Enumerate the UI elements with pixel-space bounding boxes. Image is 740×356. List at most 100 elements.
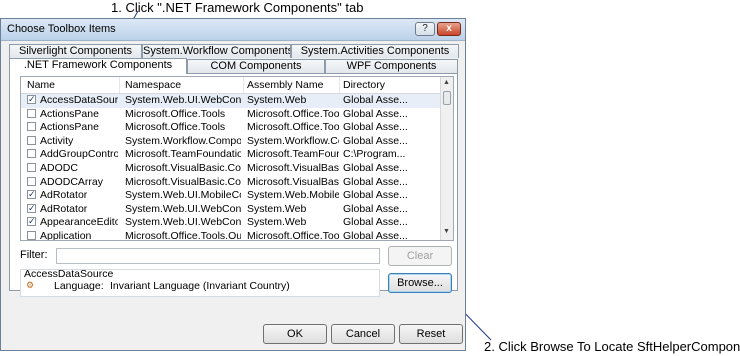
help-button[interactable]: ? — [415, 22, 435, 36]
cell-name: ADODCArray — [40, 175, 104, 188]
cell-namespace: Microsoft.VisualBasic.Compa... — [125, 162, 241, 174]
row-checkbox[interactable] — [27, 108, 36, 118]
cell-namespace: System.Web.UI.MobileContr... — [125, 189, 241, 202]
cell-directory: Global Asse... — [343, 107, 408, 120]
cell-namespace: Microsoft.VisualBasic.Compa... — [125, 175, 241, 188]
cell-name: Application — [40, 230, 92, 241]
cell-namespace: Microsoft.TeamFoundation.... — [125, 148, 241, 161]
table-row[interactable]: ADODCArray Microsoft.VisualBasic.Compa...… — [21, 176, 441, 190]
cell-name: ActionsPane — [40, 107, 99, 120]
cell-directory: Global Asse... — [343, 121, 408, 134]
cell-assembly-name: Microsoft.VisualBasic.... — [247, 175, 339, 188]
cell-directory: Global Asse... — [343, 175, 408, 188]
cell-namespace: System.Web.UI.WebControls — [125, 202, 241, 215]
row-checkbox[interactable] — [27, 176, 36, 186]
cell-directory: Global Asse... — [343, 94, 408, 106]
cancel-button[interactable]: Cancel — [331, 324, 395, 344]
row-checkbox[interactable]: ✓ — [27, 217, 36, 227]
reset-button[interactable]: Reset — [399, 324, 463, 344]
browse-button[interactable]: Browse... — [388, 273, 452, 293]
cell-namespace: Microsoft.Office.Tools — [125, 107, 226, 120]
cell-assembly-name: Microsoft.VisualBasic.... — [247, 162, 339, 174]
language-label: Language: — [54, 280, 104, 292]
cell-name: ADODC — [40, 162, 78, 174]
cell-namespace: System.Web.UI.WebControls — [125, 94, 241, 106]
row-checkbox[interactable]: ✓ — [27, 203, 36, 213]
clear-button[interactable]: Clear — [388, 246, 452, 266]
cell-directory: Global Asse... — [343, 162, 408, 174]
cell-directory: Global Asse... — [343, 134, 408, 147]
tab-net-framework-components[interactable]: .NET Framework Components — [9, 58, 187, 74]
cell-assembly-name: Microsoft.Office.Tool... — [247, 107, 339, 120]
components-grid: Name Namespace Assembly Name Directory ✓… — [20, 76, 454, 241]
cell-namespace: System.Workflow.Compone... — [125, 134, 241, 147]
column-header-directory[interactable]: Directory — [343, 79, 385, 91]
cell-namespace: Microsoft.Office.Tools.Outlo... — [125, 230, 241, 241]
cell-assembly-name: System.Workflow.Co... — [247, 134, 339, 147]
row-checkbox[interactable]: ✓ — [27, 95, 36, 104]
close-button[interactable]: x — [437, 22, 461, 36]
table-row[interactable]: ADODC Microsoft.VisualBasic.Compa... Micro… — [21, 162, 441, 176]
filter-input[interactable] — [56, 248, 380, 264]
cell-name: Activity — [40, 134, 74, 147]
column-divider — [339, 77, 340, 93]
column-divider — [119, 77, 120, 93]
step1-annotation: 1. Click ".NET Framework Components" tab — [111, 0, 364, 15]
component-icon: ⚙ — [26, 280, 35, 290]
tab-system-activities-components[interactable]: System.Activities Components — [291, 44, 459, 58]
column-header-assembly-name[interactable]: Assembly Name — [247, 79, 323, 91]
cell-name: AddGroupControl — [40, 148, 118, 161]
cell-directory: Global Asse... — [343, 230, 408, 241]
table-row[interactable]: ✓ AdRotator System.Web.UI.WebControls Syste… — [21, 203, 441, 217]
cell-directory: Global Asse... — [343, 202, 408, 215]
column-divider — [243, 77, 244, 93]
table-row[interactable]: ✓ AccessDataSource System.Web.UI.WebContro… — [21, 94, 441, 108]
column-header-namespace[interactable]: Namespace — [125, 79, 181, 91]
ok-button[interactable]: OK — [263, 324, 327, 344]
row-checkbox[interactable] — [27, 231, 36, 240]
table-row[interactable]: ActionsPane Microsoft.Office.Tools Microso… — [21, 108, 441, 122]
scrollbar-thumb[interactable] — [443, 91, 451, 105]
scroll-up-arrow-icon[interactable]: ▲ — [443, 79, 450, 86]
cell-namespace: Microsoft.Office.Tools — [125, 121, 226, 134]
tab-com-components[interactable]: COM Components — [187, 59, 325, 73]
row-checkbox[interactable] — [27, 122, 36, 132]
tab-system-workflow-components[interactable]: System.Workflow Components — [142, 44, 291, 58]
choose-toolbox-items-dialog: Choose Toolbox Items ? x Silverlight Com… — [0, 18, 466, 351]
step2-annotation: 2. Click Browse To Locate SftHelperCompo… — [484, 339, 740, 354]
cell-assembly-name: System.Web — [247, 202, 307, 215]
row-checkbox[interactable] — [27, 135, 36, 145]
cell-name: AppearanceEditorPart — [40, 216, 118, 229]
cell-assembly-name: Microsoft.Office.Tool... — [247, 121, 339, 134]
table-row[interactable]: Application Microsoft.Office.Tools.Outlo.… — [21, 230, 441, 241]
row-checkbox[interactable] — [27, 163, 36, 172]
cell-assembly-name: System.Web — [247, 94, 307, 106]
cell-directory: Global Asse... — [343, 189, 408, 202]
tab-silverlight-components[interactable]: Silverlight Components — [9, 44, 142, 58]
grid-header: Name Namespace Assembly Name Directory — [21, 77, 441, 94]
column-header-name[interactable]: Name — [27, 79, 55, 91]
cell-namespace: System.Web.UI.WebControls.... — [125, 216, 241, 229]
scroll-down-arrow-icon[interactable]: ▼ — [443, 228, 450, 235]
table-row[interactable]: AddGroupControl Microsoft.TeamFoundation.… — [21, 148, 441, 162]
cell-name: AdRotator — [40, 189, 88, 202]
selected-component-name: AccessDataSource — [24, 268, 114, 280]
table-row[interactable]: ActionsPane Microsoft.Office.Tools Microso… — [21, 121, 441, 135]
window-title: Choose Toolbox Items — [7, 23, 116, 35]
tab-wpf-components[interactable]: WPF Components — [325, 59, 458, 73]
cell-name: AdRotator — [40, 202, 88, 215]
vertical-scrollbar[interactable]: ▲ ▼ — [440, 77, 453, 240]
cell-assembly-name: System.Web.Mobile — [247, 189, 339, 202]
cell-assembly-name: Microsoft.TeamFoun... — [247, 148, 339, 161]
row-checkbox[interactable]: ✓ — [27, 190, 36, 200]
row-checkbox[interactable] — [27, 149, 36, 159]
cell-name: ActionsPane — [40, 121, 99, 134]
language-value: Invariant Language (Invariant Country) — [110, 280, 290, 292]
table-row[interactable]: Activity System.Workflow.Compone... System… — [21, 135, 441, 149]
cell-directory: C:\Program... — [343, 148, 406, 161]
tab-panel: Name Namespace Assembly Name Directory ✓… — [9, 73, 458, 297]
table-row[interactable]: ✓ AppearanceEditorPart System.Web.UI.WebCo… — [21, 216, 441, 230]
cell-name: AccessDataSource — [40, 94, 118, 106]
table-row[interactable]: ✓ AdRotator System.Web.UI.MobileContr... Sy… — [21, 189, 441, 203]
title-bar: Choose Toolbox Items ? x — [1, 19, 465, 41]
